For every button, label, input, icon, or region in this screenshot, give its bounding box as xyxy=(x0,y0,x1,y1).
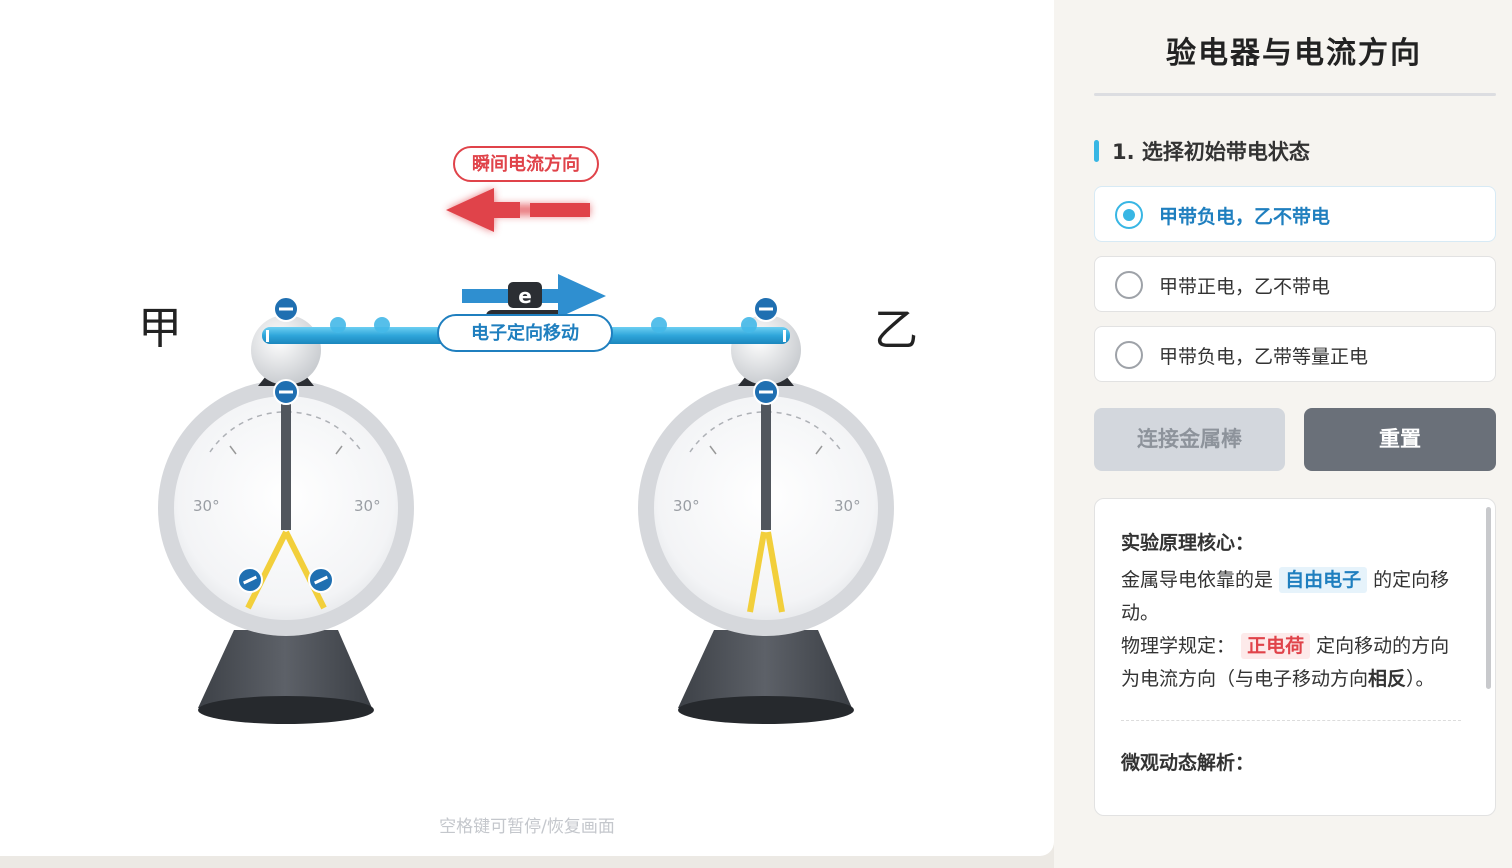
option-label: 甲带负电，乙带等量正电 xyxy=(1159,346,1369,368)
simulation-stage[interactable]: 30° 30° 30° 30° 瞬间电流方向 e 电子定向移动 甲 乙 空格键可… xyxy=(0,0,1054,856)
info-text: 物理学规定： xyxy=(1121,635,1236,657)
charge-left-top xyxy=(273,296,299,322)
label-jia: 甲 xyxy=(138,303,182,354)
electroscope-right: 30° 30° xyxy=(638,315,894,724)
angle-label-right-b: 30° xyxy=(834,497,861,515)
angle-label-left-b: 30° xyxy=(354,497,381,515)
info-content: 实验原理核心： 金属导电依靠的是 自由电子 的定向移动。 物理学规定： 正电荷 … xyxy=(1121,527,1461,784)
option-label: 甲带负电，乙不带电 xyxy=(1159,206,1331,228)
section-title: 1. 选择初始带电状态 xyxy=(1094,136,1310,166)
pause-hint: 空格键可暂停/恢复画面 xyxy=(439,817,615,837)
highlight-positive-charge: 正电荷 xyxy=(1241,633,1311,659)
electroscope-scene: 30° 30° 30° 30° 瞬间电流方向 e 电子定向移动 xyxy=(158,146,894,724)
charge-right-mid xyxy=(753,379,779,405)
angle-label-right-a: 30° xyxy=(673,497,700,515)
info-paragraph-1: 金属导电依靠的是 自由电子 的定向移动。 xyxy=(1121,564,1461,630)
option-jia-negative[interactable]: 甲带负电，乙不带电 xyxy=(1094,186,1496,242)
title-divider xyxy=(1094,93,1496,96)
charge-left-leaf-b xyxy=(308,567,334,593)
charge-left-mid xyxy=(273,379,299,405)
info-divider xyxy=(1121,720,1461,721)
info-heading-micro: 微观动态解析： xyxy=(1121,752,1255,774)
electron-dot-1 xyxy=(330,317,346,333)
electron-dot-2 xyxy=(374,317,390,333)
electroscope-left: 30° 30° xyxy=(158,315,414,724)
electron-dot-4 xyxy=(741,317,757,333)
info-paragraph-2: 物理学规定： 正电荷 定向移动的方向为电流方向（与电子移动方向相反）。 xyxy=(1121,630,1461,696)
info-card[interactable]: 实验原理核心： 金属导电依靠的是 自由电子 的定向移动。 物理学规定： 正电荷 … xyxy=(1094,498,1496,816)
info-text: ）。 xyxy=(1406,668,1435,690)
control-panel: 验电器与电流方向 1. 选择初始带电状态 甲带负电，乙不带电 甲带正电，乙不带电… xyxy=(1054,0,1512,868)
option-opposite-charges[interactable]: 甲带负电，乙带等量正电 xyxy=(1094,326,1496,382)
radio-icon xyxy=(1115,201,1143,229)
angle-label-left-a: 30° xyxy=(193,497,220,515)
label-yi: 乙 xyxy=(874,305,918,356)
app-root: 30° 30° 30° 30° 瞬间电流方向 e 电子定向移动 甲 乙 空格键可… xyxy=(0,0,1512,868)
info-heading-principle: 实验原理核心： xyxy=(1121,532,1255,554)
reset-button[interactable]: 重置 xyxy=(1304,408,1496,471)
radio-icon xyxy=(1115,271,1143,299)
current-direction-arrow: 瞬间电流方向 xyxy=(446,146,599,232)
info-scrollbar[interactable] xyxy=(1486,507,1491,689)
info-text: 金属导电依靠的是 xyxy=(1121,569,1274,591)
charge-left-leaf-a xyxy=(237,567,263,593)
electron-dot-3 xyxy=(651,317,667,333)
option-label: 甲带正电，乙不带电 xyxy=(1159,276,1331,298)
electron-label: 电子定向移动 xyxy=(471,322,579,344)
current-label: 瞬间电流方向 xyxy=(472,153,580,175)
electron-symbol-main: e xyxy=(518,284,532,308)
radio-icon xyxy=(1115,341,1143,369)
panel-title: 验电器与电流方向 xyxy=(1166,36,1422,71)
ball-left xyxy=(251,315,321,385)
connect-rod-button[interactable]: 连接金属棒 xyxy=(1094,408,1285,471)
highlight-free-electrons: 自由电子 xyxy=(1279,567,1368,593)
option-jia-positive[interactable]: 甲带正电，乙不带电 xyxy=(1094,256,1496,312)
info-emphasis: 相反 xyxy=(1368,668,1407,690)
charge-right-top xyxy=(753,296,779,322)
